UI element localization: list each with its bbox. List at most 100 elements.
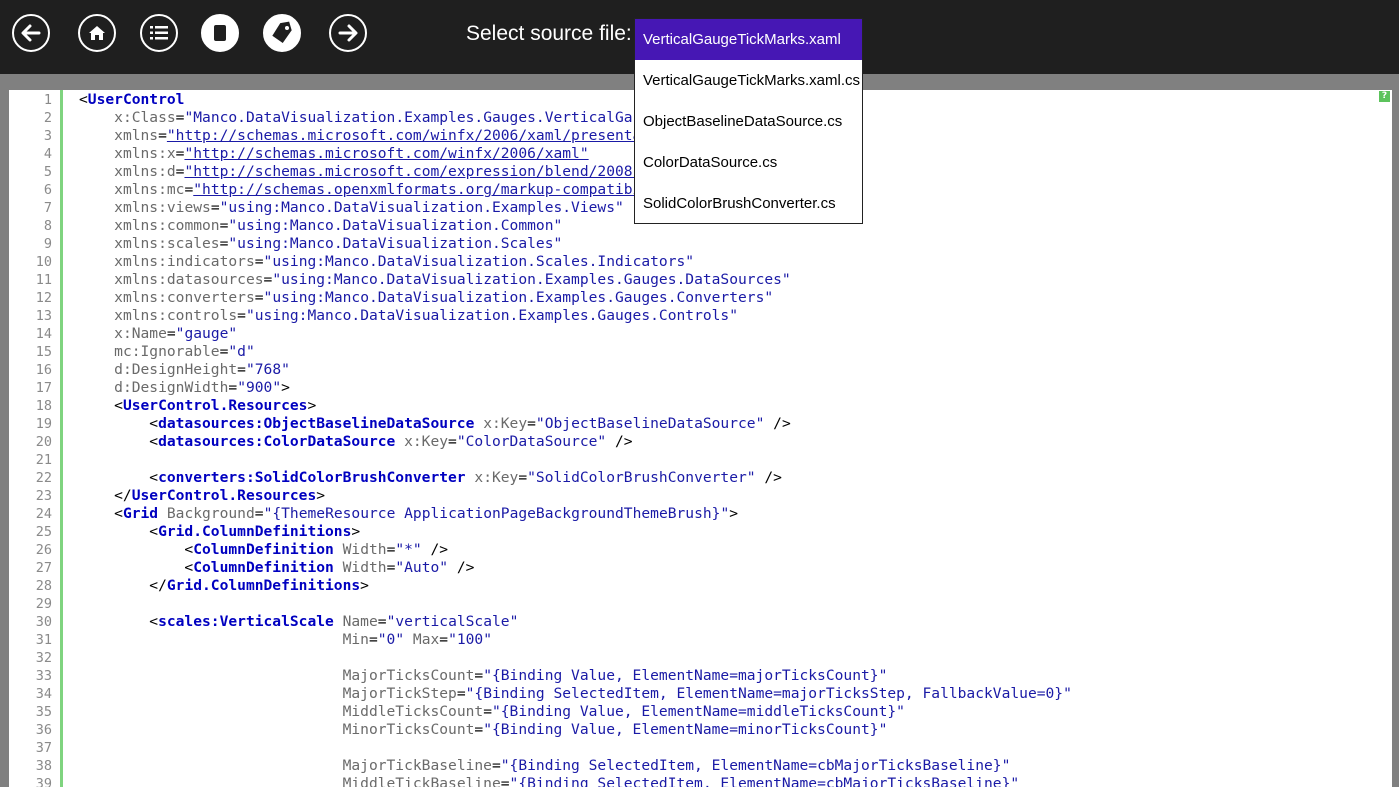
dropdown-option[interactable]: ObjectBaselineDataSource.cs	[635, 101, 862, 142]
code-token: xmlns:views	[114, 199, 211, 216]
code-token: d:DesignWidth	[114, 379, 229, 396]
code-line: </UserControl.Resources>	[79, 487, 325, 505]
code-token: >	[360, 577, 369, 594]
line-number: 23	[35, 488, 52, 504]
code-token: </	[79, 577, 167, 594]
code-line: MajorTickBaseline="{Binding SelectedItem…	[79, 757, 1011, 775]
line-number: 8	[43, 218, 52, 234]
dropdown-option[interactable]: VerticalGaugeTickMarks.xaml	[635, 19, 862, 60]
code-line: <datasources:ObjectBaselineDataSource x:…	[79, 415, 790, 433]
code-token: "using:Manco.DataVisualization.Examples.…	[263, 289, 774, 306]
code-token: <	[79, 523, 159, 540]
code-token: <	[79, 613, 159, 630]
code-token: =	[439, 631, 449, 648]
code-token: xmlns:mc	[114, 181, 185, 198]
line-number: 29	[35, 596, 52, 612]
list-button[interactable]	[140, 14, 178, 52]
home-button[interactable]	[78, 14, 116, 52]
line-number: 10	[35, 254, 52, 270]
line-number: 3	[43, 128, 52, 144]
code-token: =	[237, 361, 246, 378]
line-number: 11	[35, 272, 52, 288]
code-token: >	[351, 523, 361, 540]
code-token: <	[79, 415, 159, 432]
code-token: mc:Ignorable	[114, 343, 220, 360]
code-token: =	[166, 325, 176, 342]
source-file-dropdown[interactable]: VerticalGaugeTickMarks.xaml VerticalGauge…	[634, 18, 863, 224]
code-token: <	[79, 559, 194, 576]
code-token: xmlns:common	[114, 217, 220, 234]
code-token: />	[448, 559, 475, 576]
line-number: 18	[35, 398, 52, 414]
code-token: <	[79, 541, 194, 558]
code-token: "900"	[237, 379, 282, 396]
line-number: 32	[35, 650, 52, 666]
line-number: 14	[35, 326, 52, 342]
code-token: xmlns:x	[114, 145, 176, 162]
code-line: MajorTickStep="{Binding SelectedItem, El…	[79, 685, 1072, 703]
code-token: x:Key	[474, 469, 519, 486]
line-number: 6	[43, 182, 52, 198]
code-token: <	[79, 91, 88, 108]
code-token: =	[500, 775, 510, 787]
code-token: =	[237, 307, 246, 324]
code-token: xmlns	[114, 127, 159, 144]
code-token: Grid.ColumnDefinitions	[158, 523, 352, 540]
code-token: =	[474, 721, 484, 738]
back-button[interactable]	[12, 14, 50, 52]
code-token: "using:Manco.DataVisualization.Common"	[228, 217, 563, 234]
code-token: "verticalScale"	[386, 613, 519, 630]
dropdown-option[interactable]: SolidColorBrushConverter.cs	[635, 183, 862, 224]
code-token: x:Key	[404, 433, 449, 450]
code-token: =	[368, 631, 378, 648]
line-number: 4	[43, 146, 52, 162]
code-token: <	[79, 433, 159, 450]
code-line: <datasources:ColorDataSource x:Key="Colo…	[79, 433, 632, 451]
tag-button[interactable]	[263, 14, 301, 52]
code-token: />	[421, 541, 449, 558]
code-token: "{Binding Value, ElementName=minorTicksC…	[483, 721, 888, 738]
help-icon[interactable]: ?	[1379, 91, 1390, 102]
stop-icon	[214, 25, 226, 41]
code-token: =	[474, 667, 484, 684]
forward-button[interactable]	[329, 14, 367, 52]
line-number: 22	[35, 470, 52, 486]
code-line: xmlns:common="using:Manco.DataVisualizat…	[79, 217, 562, 235]
line-number-gutter: 1 2 3 4 5 6 7 8 9 10 11 12 13 14 15 16 17 18 19 20 21 22 23 24 2…	[9, 90, 63, 787]
code-line: <ColumnDefinition Width="*" />	[79, 541, 448, 559]
line-number: 31	[35, 632, 52, 648]
code-line: d:DesignHeight="768"	[79, 361, 290, 379]
code-token: "{Binding Value, ElementName=middleTicks…	[491, 703, 905, 720]
dropdown-option[interactable]: VerticalGaugeTickMarks.xaml.cs	[635, 60, 862, 101]
code-token: UserControl.Resources	[131, 487, 317, 504]
code-token: Grid.ColumnDefinitions	[166, 577, 361, 594]
stop-button[interactable]	[201, 14, 239, 52]
code-token: UserControl	[87, 91, 185, 108]
line-number: 39	[35, 776, 52, 787]
tag-icon	[272, 21, 292, 44]
line-number: 34	[35, 686, 52, 702]
code-token: "{Binding SelectedItem, ElementName=cbMa…	[509, 775, 1020, 787]
code-token: =	[483, 703, 492, 720]
arrow-right-icon	[338, 24, 358, 42]
code-token: =	[184, 181, 194, 198]
arrow-left-icon	[21, 24, 41, 42]
code-line: xmlns:controls="using:Manco.DataVisualiz…	[79, 307, 738, 325]
source-file-label: Select source file:	[466, 22, 632, 45]
dropdown-option[interactable]: ColorDataSource.cs	[635, 142, 862, 183]
code-token: xmlns:d	[114, 163, 176, 180]
code-token: Width	[342, 559, 387, 576]
code-token: MiddleTicksCount	[342, 703, 484, 720]
